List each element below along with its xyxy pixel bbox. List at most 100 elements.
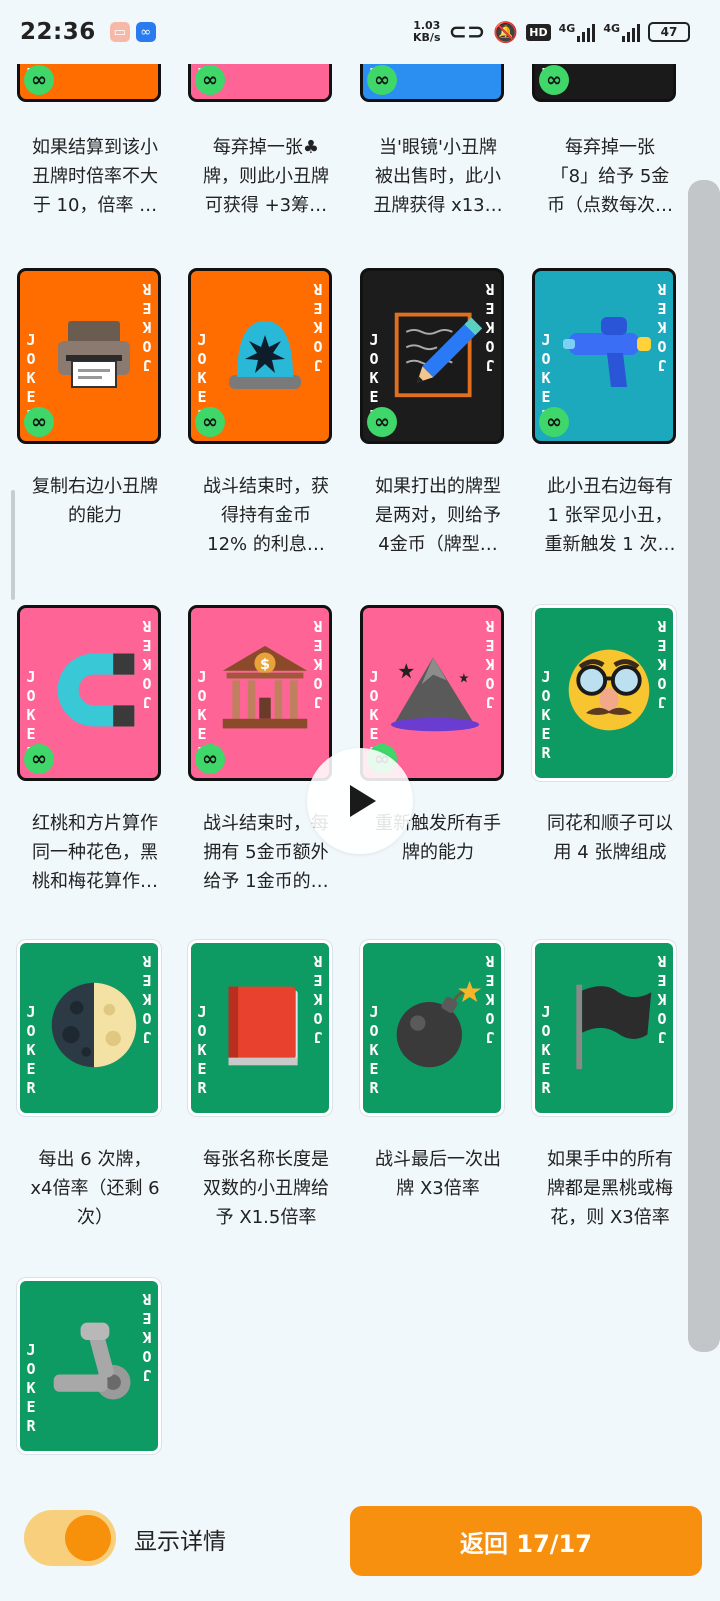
description-line: 战斗结束时，获	[203, 476, 329, 497]
infinity-badge: ∞	[24, 65, 54, 95]
joker-card[interactable]: J O K E RJ O K E R∞	[17, 605, 161, 781]
description-line: 丑牌时倍率不大	[32, 166, 158, 187]
joker-card[interactable]: J O K E RJ O K E R∞	[188, 268, 332, 444]
return-button[interactable]: 返回 17/17	[350, 1506, 702, 1576]
show-details-toggle[interactable]	[24, 1510, 116, 1566]
description-line: 如果手中的所有	[547, 1149, 673, 1170]
description-line: 是两对，则给予	[375, 505, 501, 526]
card-joker-text-rotated: J O K E R	[657, 280, 667, 374]
joker-card[interactable]: J O K E RJ O K E R∞	[532, 268, 676, 444]
description-line: 如果打出的牌型	[375, 476, 501, 497]
mountain-icon	[389, 642, 485, 738]
joker-card[interactable]: J O K E RJ O K E R$∞	[188, 605, 332, 781]
description-line: 丑牌获得 x13…	[373, 195, 503, 216]
description-line: 每弃掉一张	[565, 137, 655, 158]
infinity-badge: ∞	[195, 744, 225, 774]
description-line: 战斗最后一次出	[375, 1149, 501, 1170]
card-joker-text: J O K E R	[541, 668, 551, 762]
joker-card[interactable]: J O K E RJ O K E R	[532, 940, 676, 1116]
card-description: 战斗最后一次出牌 X3倍率	[348, 1145, 528, 1203]
infinity-badge: ∞	[367, 407, 397, 437]
infinity-badge: ∞	[195, 407, 225, 437]
scrollbar[interactable]	[688, 180, 720, 1352]
description-line: 如果结算到该小	[32, 137, 158, 158]
status-icons: 1.03 KB/s ⊂⊃ 🔕 HD 4G 4G 47	[413, 0, 690, 64]
description-line: 牌都是黑桃或梅	[547, 1178, 673, 1199]
description-line: 每弃掉一张♣	[212, 137, 320, 158]
joker-card[interactable]: J O K E RJ O K E R	[532, 605, 676, 781]
description-line: 红桃和方片算作	[32, 813, 158, 834]
card-joker-text: J O K E R	[369, 1003, 379, 1097]
book-icon	[217, 977, 313, 1073]
svg-text:$: $	[260, 657, 270, 673]
description-line: 复制右边小丑牌	[32, 476, 158, 497]
card-description: 同花和顺子可以用 4 张牌组成	[520, 809, 700, 867]
description-line: 牌 X3倍率	[396, 1178, 480, 1199]
joker-card[interactable]: J O K E RJ O K E R∞	[360, 268, 504, 444]
infinity-badge: ∞	[539, 407, 569, 437]
description-line: 双数的小丑牌给	[203, 1178, 329, 1199]
play-button[interactable]	[307, 748, 413, 854]
signal-4g-icon-2: 4G	[603, 22, 640, 42]
card-joker-text-rotated: J O K E R	[142, 280, 152, 374]
joker-card[interactable]: J O K E RJ O K E R∞	[17, 268, 161, 444]
description-line: 被出售时，此小	[375, 166, 501, 187]
card-joker-text-rotated: J O K E R	[313, 617, 323, 711]
description-line: 的能力	[68, 505, 122, 526]
card-description: 每张名称长度是 双数的小丑牌给予 X1.5倍率	[176, 1145, 356, 1232]
description-line: 每出 6 次牌，	[38, 1149, 152, 1170]
card-description: 每弃掉一张 「8」给予 5金 币（点数每次…	[520, 133, 700, 220]
card-joker-text-rotated: J O K E R	[142, 952, 152, 1046]
description-line: 牌，则此小丑牌	[203, 166, 329, 187]
card-joker-text: J O K E R	[26, 1341, 36, 1435]
description-line: 「8」给予 5金	[550, 166, 670, 187]
joker-card[interactable]: J O K E RJ O K E R	[17, 940, 161, 1116]
bottom-bar: 显示详情 返回 17/17	[0, 1480, 720, 1601]
description-line: 同花和顺子可以	[547, 813, 673, 834]
water-gun-icon	[561, 305, 657, 401]
description-line: 4金币（牌型…	[378, 534, 498, 555]
description-line: 当'眼镜'小丑牌	[379, 137, 497, 158]
description-line: x4倍率（还剩 6	[30, 1178, 160, 1199]
card-description: 复制右边小丑牌 的能力	[5, 472, 185, 530]
description-line: 得持有金币	[221, 505, 311, 526]
toggle-knob	[65, 1515, 111, 1561]
black-flag-icon	[561, 977, 657, 1073]
description-line: 1 张罕见小丑，	[547, 505, 673, 526]
left-scroll-indicator	[11, 490, 15, 600]
card-description: 每弃掉一张♣ 牌，则此小丑牌 可获得 +3筹…	[176, 133, 356, 220]
joker-card[interactable]: J O K E RJ O K E R	[17, 1278, 161, 1454]
description-line: 此小丑右边每有	[547, 476, 673, 497]
description-line: 于 10，倍率 …	[32, 195, 158, 216]
status-bar: 22:36 ▭ ∞ 1.03 KB/s ⊂⊃ 🔕 HD 4G 4G 47	[0, 0, 720, 64]
joker-card[interactable]: J O K E RJ O K E R	[188, 940, 332, 1116]
infinity-badge: ∞	[24, 407, 54, 437]
magnet-icon	[46, 642, 142, 738]
card-joker-text-rotated: J O K E R	[657, 952, 667, 1046]
description-line: 桃和梅花算作…	[32, 871, 158, 892]
card-description: 战斗结束时，获 得持有金币 12% 的利息…	[176, 472, 356, 559]
disguise-face-icon	[561, 642, 657, 738]
description-line: 给予 1金币的…	[203, 871, 329, 892]
card-joker-text-rotated: J O K E R	[142, 1290, 152, 1384]
play-icon	[350, 785, 376, 817]
infinity-badge: ∞	[24, 744, 54, 774]
card-joker-text-rotated: J O K E R	[485, 280, 495, 374]
show-details-label: 显示详情	[134, 1529, 226, 1555]
description-line: 予 X1.5倍率	[215, 1207, 317, 1228]
card-joker-text-rotated: J O K E R	[657, 617, 667, 711]
bank-icon: $	[217, 642, 313, 738]
link-app-icon: ∞	[135, 22, 156, 42]
pencil-icon	[389, 305, 485, 401]
half-moon-icon	[46, 977, 142, 1073]
joker-card[interactable]: J O K E RJ O K E R	[360, 940, 504, 1116]
hd-badge: HD	[526, 23, 551, 41]
status-time: 22:36	[20, 19, 96, 45]
battery-indicator: 47	[648, 22, 690, 42]
description-line: 重新触发 1 次…	[544, 534, 676, 555]
infinity-badge: ∞	[367, 65, 397, 95]
description-line: 次）	[77, 1207, 113, 1228]
description-line: 花，则 X3倍率	[550, 1207, 670, 1228]
card-joker-text: J O K E R	[26, 1003, 36, 1097]
network-speed: 1.03 KB/s	[413, 19, 441, 44]
